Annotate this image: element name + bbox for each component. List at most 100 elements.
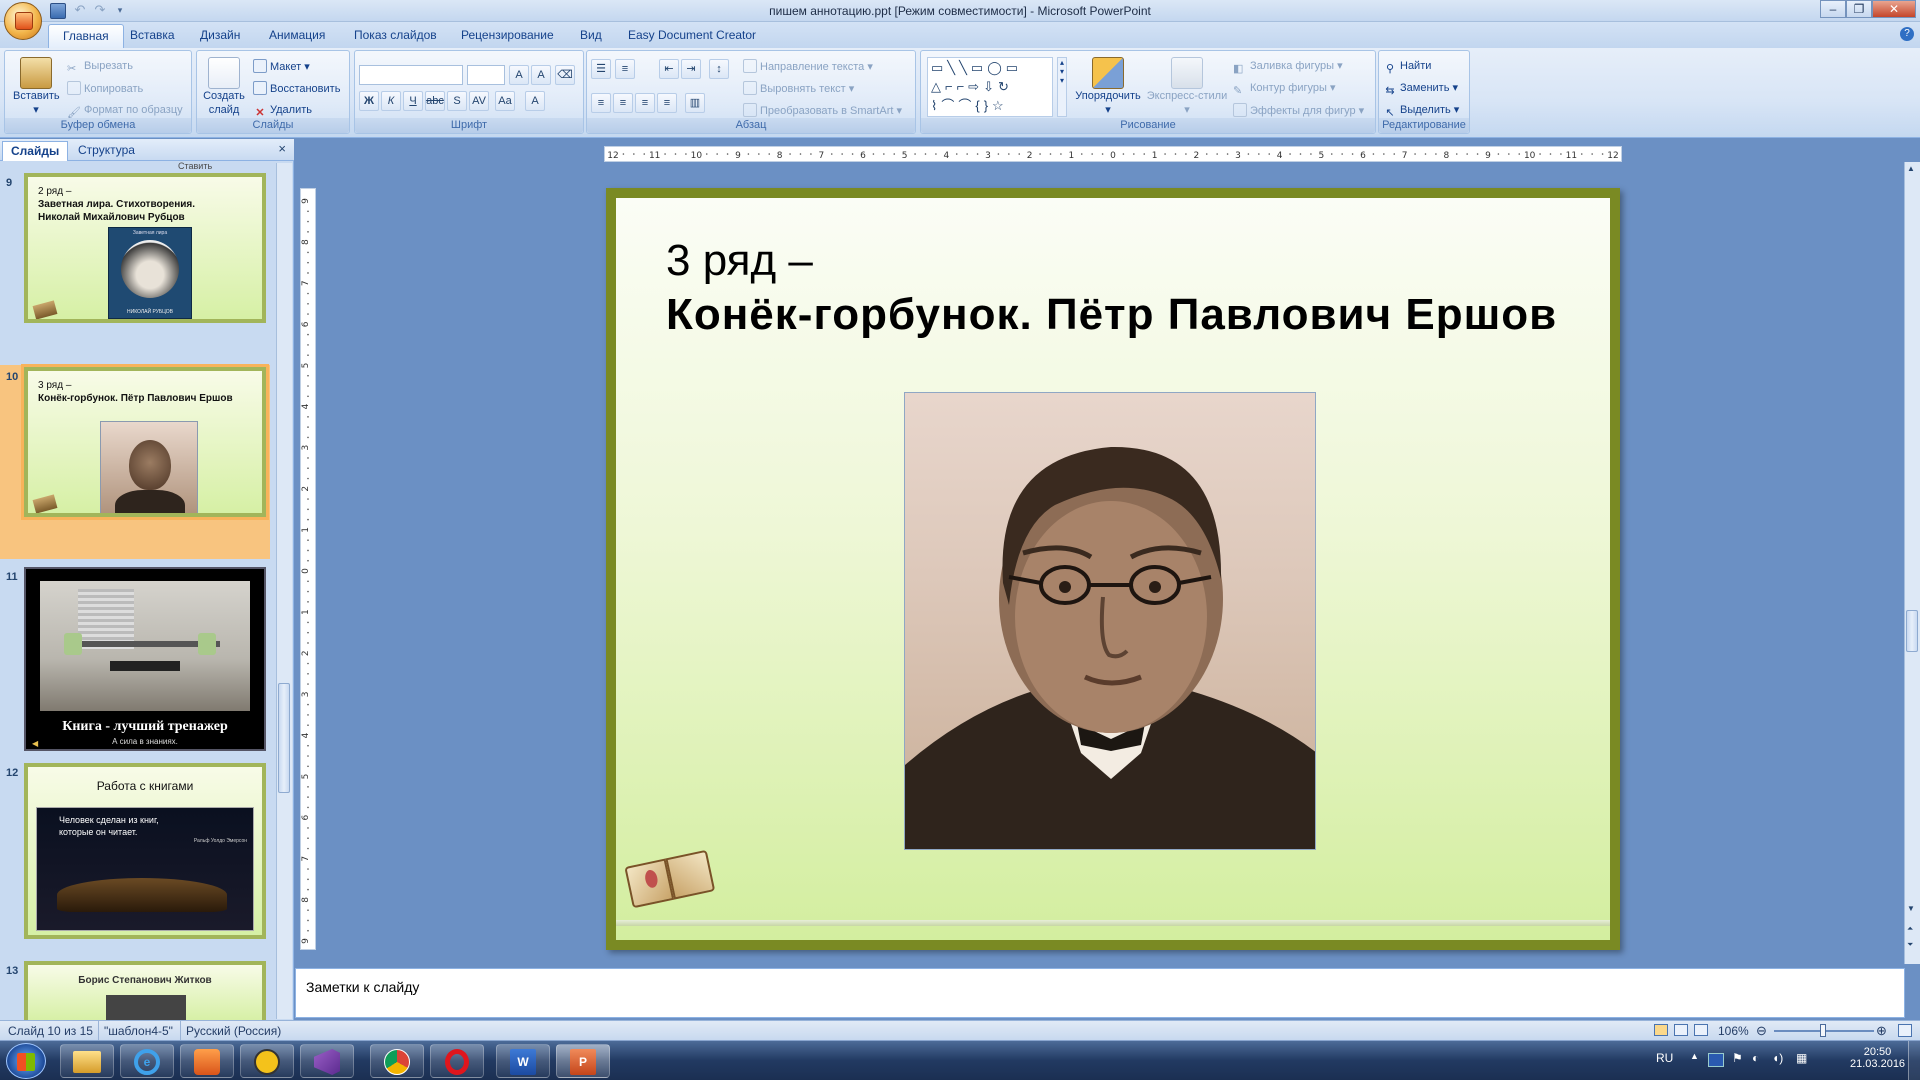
close-pane-icon[interactable]: ×: [278, 141, 286, 156]
tab-outline[interactable]: Структура: [70, 141, 143, 161]
italic-icon[interactable]: К: [381, 91, 401, 111]
strikethrough-icon[interactable]: abc: [425, 91, 445, 111]
zoom-in-icon[interactable]: ⊕: [1876, 1023, 1887, 1039]
slideshow-icon[interactable]: [1694, 1024, 1708, 1036]
grow-font-icon[interactable]: A: [509, 65, 529, 85]
new-slide-button[interactable]: Создать слайд: [201, 57, 247, 117]
align-left-icon[interactable]: ≡: [591, 93, 611, 113]
zoom-out-icon[interactable]: ⊖: [1756, 1023, 1767, 1039]
zoom-slider-thumb[interactable]: [1820, 1024, 1826, 1037]
network-icon[interactable]: ▦: [1796, 1051, 1807, 1065]
increease-indent-icon[interactable]: ⇥: [681, 59, 701, 79]
tab-easy-document-creator[interactable]: Easy Document Creator: [614, 24, 770, 48]
theme-name[interactable]: "шаблон4-5": [104, 1024, 173, 1038]
start-button[interactable]: [6, 1043, 46, 1079]
bold-icon[interactable]: Ж: [359, 91, 379, 111]
reset-button[interactable]: Восстановить: [253, 81, 340, 96]
underline-icon[interactable]: Ч: [403, 91, 423, 111]
slide-canvas[interactable]: 3 ряд – Конёк-горбунок. Пётр Павлович Ер…: [606, 188, 1620, 950]
close-button[interactable]: ✕: [1872, 0, 1916, 18]
taskbar-word[interactable]: W: [496, 1044, 550, 1078]
scroll-down-icon[interactable]: ▼: [1907, 904, 1915, 913]
taskbar-explorer[interactable]: [60, 1044, 114, 1078]
minimize-button[interactable]: –: [1820, 0, 1846, 18]
taskbar-ie[interactable]: e: [120, 1044, 174, 1078]
shape-fill-button[interactable]: ◧ Заливка фигуры ▾: [1233, 59, 1343, 76]
tab-insert[interactable]: Вставка: [116, 24, 189, 48]
scroll-up-icon[interactable]: ▲: [1907, 164, 1915, 173]
bullets-icon[interactable]: ☰: [591, 59, 611, 79]
notes-pane[interactable]: Заметки к слайду: [295, 968, 1905, 1018]
tab-design[interactable]: Дизайн: [186, 24, 254, 48]
font-color-icon[interactable]: A: [525, 91, 545, 111]
cut-button[interactable]: ✂ Вырезать: [67, 59, 133, 76]
shape-effects-button[interactable]: Эффекты для фигур ▾: [1233, 103, 1364, 118]
line-spacing-icon[interactable]: ↕: [709, 59, 729, 79]
pane-scrollbar[interactable]: [276, 163, 292, 1019]
slide-sorter-icon[interactable]: [1674, 1024, 1688, 1036]
tab-slides[interactable]: Слайды: [2, 141, 69, 161]
language-indicator[interactable]: Русский (Россия): [186, 1024, 281, 1038]
prev-slide-icon[interactable]: ⏶: [1907, 924, 1913, 934]
align-right-icon[interactable]: ≡: [635, 93, 655, 113]
replace-button[interactable]: ⇆ Заменить ▾: [1383, 81, 1458, 98]
shapes-gallery[interactable]: ▭╲╲▭◯▭ △⌐⌐⇨⇩↻ ⌇⌒⌒{}☆: [927, 57, 1053, 117]
columns-icon[interactable]: ▥: [685, 93, 705, 113]
justify-icon[interactable]: ≡: [657, 93, 677, 113]
shrink-font-icon[interactable]: A: [531, 65, 551, 85]
font-size-select[interactable]: [467, 65, 505, 85]
decrease-indent-icon[interactable]: ⇤: [659, 59, 679, 79]
shape-outline-button[interactable]: ✎ Контур фигуры ▾: [1233, 81, 1336, 98]
tab-view[interactable]: Вид: [566, 24, 616, 48]
quick-styles-button[interactable]: Экспресс-стили ▾: [1143, 57, 1231, 117]
slide-thumbnail-11[interactable]: Книга - лучший тренажер А сила в знаниях…: [24, 567, 266, 751]
flag-icon[interactable]: ⚑: [1732, 1051, 1743, 1065]
undo-icon[interactable]: ↶: [72, 3, 88, 19]
tab-home[interactable]: Главная: [48, 24, 124, 48]
font-family-select[interactable]: [359, 65, 463, 85]
layout-button[interactable]: Макет ▾: [253, 59, 310, 74]
pane-scroll-thumb[interactable]: [278, 683, 290, 793]
shapes-scroll-icon[interactable]: ▴ ▾ ▾: [1057, 57, 1067, 117]
zoom-level[interactable]: 106%: [1718, 1024, 1749, 1038]
slide-scroll-thumb[interactable]: [1906, 610, 1918, 652]
tab-slideshow[interactable]: Показ слайдов: [340, 24, 451, 48]
normal-view-icon[interactable]: [1654, 1024, 1668, 1036]
taskbar-media[interactable]: [180, 1044, 234, 1078]
slide-thumbnail-9[interactable]: 2 ряд – Заветная лира. Стихотворения. Ни…: [24, 173, 266, 323]
tray-expand-icon[interactable]: ▲: [1690, 1051, 1699, 1061]
show-desktop-button[interactable]: [1908, 1041, 1920, 1080]
taskbar-opera[interactable]: [430, 1044, 484, 1078]
spacing-icon[interactable]: AV: [469, 91, 489, 111]
keyboard-layout-icon[interactable]: [1708, 1053, 1724, 1067]
volume-icon[interactable]: ◖): [1772, 1051, 1783, 1065]
tab-review[interactable]: Рецензирование: [447, 24, 568, 48]
customize-qat-icon[interactable]: ▾: [112, 3, 128, 19]
taskbar-vs[interactable]: [300, 1044, 354, 1078]
taskbar-powerpoint[interactable]: P: [556, 1044, 610, 1078]
slide-thumbnail-13[interactable]: Борис Степанович Житков: [24, 961, 266, 1021]
find-button[interactable]: ⚲ Найти: [1383, 59, 1431, 76]
align-center-icon[interactable]: ≡: [613, 93, 633, 113]
shadow-icon[interactable]: S: [447, 91, 467, 111]
slide-thumbnail-12[interactable]: Работа с книгами Человек сделан из книг,…: [24, 763, 266, 939]
numbering-icon[interactable]: ≡: [615, 59, 635, 79]
redo-icon[interactable]: ↷: [92, 3, 108, 19]
ershov-portrait[interactable]: [904, 392, 1316, 850]
help-icon[interactable]: ?: [1900, 27, 1914, 41]
align-text-button[interactable]: Выровнять текст ▾: [743, 81, 854, 96]
smartart-button[interactable]: Преобразовать в SmartArt ▾: [743, 103, 902, 118]
office-button[interactable]: [4, 2, 42, 40]
paste-button[interactable]: Вставить ▾: [13, 57, 60, 117]
slide-thumbnail-10[interactable]: 3 ряд – Конёк-горбунок. Пётр Павлович Ер…: [24, 367, 266, 517]
copy-button[interactable]: Копировать: [67, 81, 143, 96]
tab-animation[interactable]: Анимация: [255, 24, 339, 48]
text-direction-button[interactable]: Направление текста ▾: [743, 59, 873, 74]
slide-scrollbar[interactable]: ▲ ▼ ⏶ ⏷: [1904, 162, 1920, 964]
arrange-button[interactable]: Упорядочить ▾: [1071, 57, 1145, 117]
next-slide-icon[interactable]: ⏷: [1907, 940, 1913, 950]
taskbar-daemon[interactable]: [240, 1044, 294, 1078]
case-icon[interactable]: Aa: [495, 91, 515, 111]
save-icon[interactable]: [50, 3, 66, 19]
clear-format-icon[interactable]: ⌫: [555, 65, 575, 85]
